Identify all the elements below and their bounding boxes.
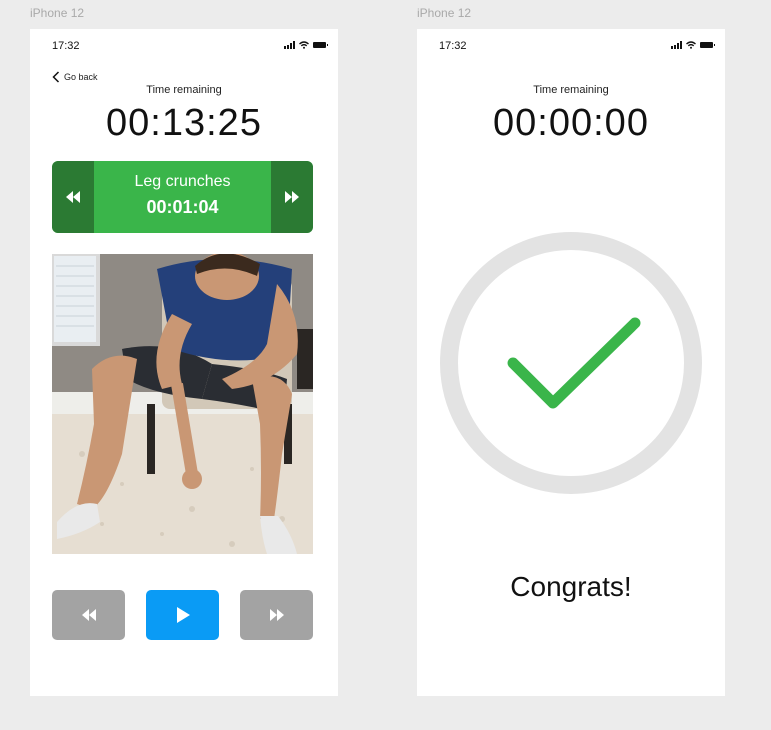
completion-indicator	[440, 232, 702, 494]
play-icon	[176, 607, 190, 623]
go-back-label: Go back	[64, 72, 98, 82]
signal-icon	[671, 41, 682, 49]
workout-screen: 17:32 Go back Time remaining 00:13:25 Le…	[30, 29, 338, 696]
next-exercise-button[interactable]	[271, 161, 313, 233]
frame-label: iPhone 12	[417, 6, 472, 20]
wifi-icon	[299, 41, 309, 49]
rewind-button[interactable]	[52, 590, 125, 640]
signal-icon	[284, 41, 295, 49]
completion-screen: 17:32 Time remaining 00:00:00 Congrats!	[417, 29, 725, 696]
rewind-icon	[81, 609, 96, 621]
battery-icon	[313, 42, 328, 48]
fast-forward-button[interactable]	[240, 590, 313, 640]
status-icons	[671, 41, 715, 49]
time-remaining-value: 00:00:00	[493, 102, 649, 144]
time-remaining-value: 00:13:25	[106, 102, 262, 144]
status-icons	[284, 41, 328, 49]
play-button[interactable]	[146, 590, 219, 640]
congrats-message: Congrats!	[510, 571, 632, 602]
exercise-photo	[52, 254, 313, 554]
time-remaining-label: Time remaining	[533, 84, 609, 96]
frame-label: iPhone 12	[30, 6, 85, 20]
chevron-left-icon	[52, 71, 60, 83]
wifi-icon	[686, 41, 696, 49]
status-time: 17:32	[52, 40, 80, 52]
checkmark-icon	[507, 317, 641, 409]
go-back-button[interactable]: Go back	[52, 71, 98, 83]
fast-forward-icon	[285, 191, 299, 203]
progress-ring	[440, 232, 702, 494]
time-remaining-label: Time remaining	[146, 84, 222, 96]
current-exercise-card: Leg crunches 00:01:04	[52, 161, 313, 233]
battery-icon	[700, 42, 715, 48]
status-time: 17:32	[439, 40, 467, 52]
fast-forward-icon	[269, 609, 284, 621]
